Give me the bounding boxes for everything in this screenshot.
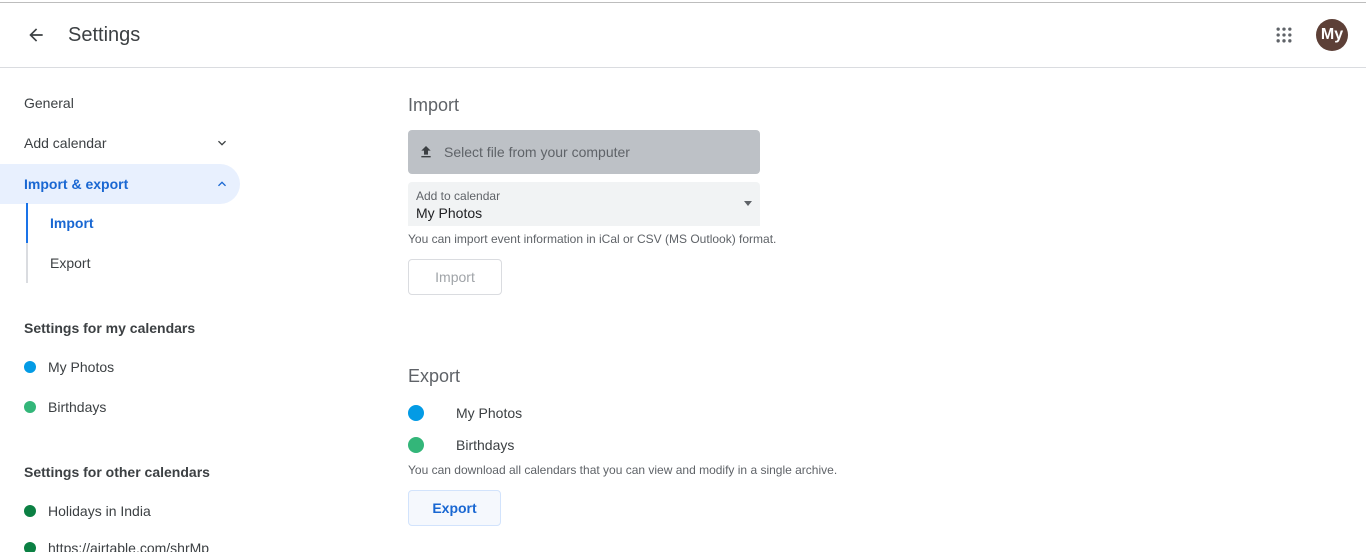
calendar-label: https://airtable.com/shrMp	[48, 540, 210, 552]
export-help-text: You can download all calendars that you …	[408, 463, 838, 477]
calendar-color-dot	[408, 405, 424, 421]
chevron-down-icon	[218, 140, 226, 146]
add-to-calendar-label: Add to calendar	[416, 189, 501, 203]
calendar-label: My Photos	[456, 405, 523, 421]
sidebar-calendar-my-photos[interactable]: My Photos	[0, 347, 240, 387]
other-calendars-heading: Settings for other calendars	[24, 464, 210, 480]
add-to-calendar-value: My Photos	[416, 205, 483, 221]
export-section-title: Export	[408, 366, 461, 386]
import-help-text: You can import event information in iCal…	[408, 232, 777, 246]
page-title: Settings	[68, 24, 141, 46]
calendar-color-dot	[24, 361, 36, 373]
sidebar-calendar-birthdays[interactable]: Birthdays	[0, 387, 240, 427]
calendar-color-dot	[408, 437, 424, 453]
main-content: Import Select file from your computer Ad…	[408, 68, 1308, 552]
add-to-calendar-select[interactable]: Add to calendar My Photos	[408, 182, 760, 226]
calendar-color-dot	[24, 542, 36, 552]
back-button[interactable]	[20, 19, 52, 51]
calendar-label: Birthdays	[456, 437, 515, 453]
calendar-label: My Photos	[48, 359, 115, 375]
sidebar-subitem-export[interactable]: Export	[26, 243, 240, 283]
sidebar-item-label: General	[24, 95, 74, 111]
arrow-back-icon	[29, 28, 43, 42]
export-calendar-my-photos: My Photos	[408, 401, 522, 425]
import-section-title: Import	[408, 95, 460, 115]
sidebar-calendar-airtable[interactable]: https://airtable.com/shrMp	[0, 528, 240, 552]
dropdown-arrow-icon	[744, 201, 752, 206]
avatar[interactable]: My	[1316, 19, 1348, 51]
chevron-up-icon	[218, 181, 226, 187]
sidebar-item-label: Import & export	[24, 176, 129, 192]
apps-button[interactable]	[1268, 19, 1300, 51]
sidebar: General Add calendar Import & export Imp…	[0, 68, 250, 552]
calendar-color-dot	[24, 505, 36, 517]
my-calendars-heading: Settings for my calendars	[24, 320, 196, 336]
sidebar-calendar-holidays-india[interactable]: Holidays in India	[0, 491, 240, 531]
calendar-color-dot	[24, 401, 36, 413]
sidebar-item-general[interactable]: General	[0, 83, 240, 123]
export-button[interactable]: Export	[408, 490, 501, 526]
sidebar-item-import-export[interactable]: Import & export	[0, 164, 240, 204]
upload-icon	[421, 146, 431, 158]
select-file-label: Select file from your computer	[444, 144, 630, 160]
sidebar-item-add-calendar[interactable]: Add calendar	[0, 123, 240, 163]
select-file-button[interactable]: Select file from your computer	[408, 130, 760, 174]
sidebar-subitem-import[interactable]: Import	[26, 203, 240, 243]
calendar-label: Holidays in India	[48, 503, 151, 519]
header: Settings My	[0, 3, 1366, 68]
apps-grid-icon	[1276, 27, 1292, 43]
export-calendar-birthdays: Birthdays	[408, 433, 514, 457]
sidebar-item-label: Add calendar	[24, 135, 107, 151]
calendar-label: Birthdays	[48, 399, 107, 415]
import-button[interactable]: Import	[408, 259, 502, 295]
